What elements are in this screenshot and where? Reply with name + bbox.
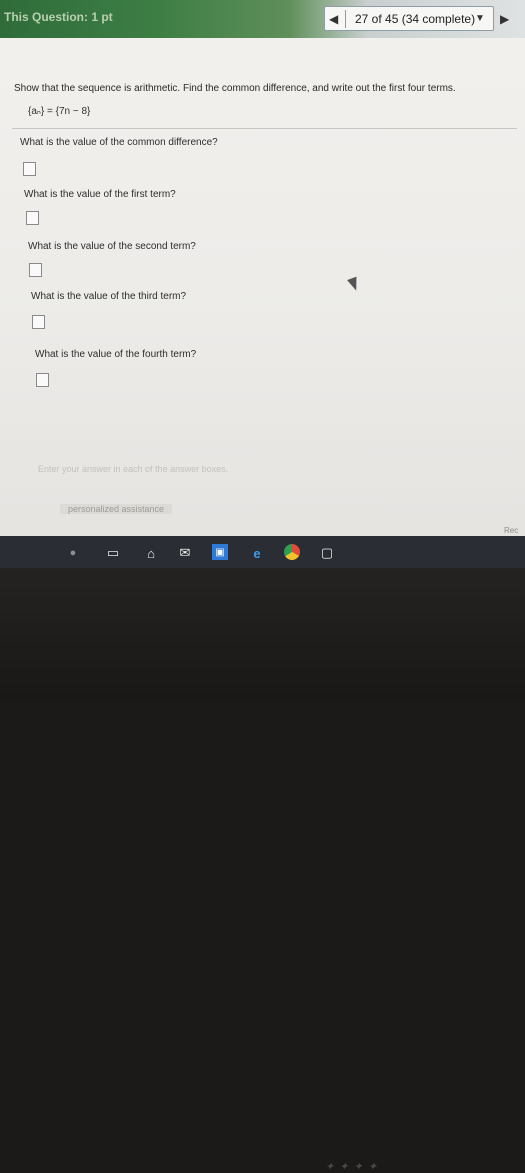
question-second-term: What is the value of the second term? [28,241,196,252]
personalized-assistance-link[interactable]: personalized assistance [60,504,173,514]
chrome-icon[interactable] [284,544,300,560]
divider [12,128,517,129]
next-question-icon[interactable]: ▶ [500,12,509,26]
taskbar: ● ▭ ⌂ ✉ ▣ e ▢ [0,536,525,568]
store-icon[interactable]: ▣ [212,544,228,560]
problem-statement: Show that the sequence is arithmetic. Fi… [14,83,456,94]
monitor-bezel: ✦ ✦ ✦ ✦ [0,568,525,1173]
chevron-down-icon[interactable]: ▼ [475,13,485,24]
fourth-term-input[interactable] [36,373,49,387]
question-label: This Question: 1 pt [4,10,113,24]
edge-icon[interactable]: e [248,544,266,562]
sequence-formula: {aₙ} = {7n − 8} [28,106,91,117]
question-position[interactable]: 27 of 45 (34 complete) [355,12,475,26]
mouse-cursor-icon [347,276,361,293]
corner-text: Rec [504,526,519,535]
first-term-input[interactable] [26,211,39,225]
question-first-term: What is the value of the first term? [24,189,176,200]
mail-icon[interactable]: ✉ [176,544,194,562]
third-term-input[interactable] [32,315,45,329]
question-third-term: What is the value of the third term? [31,291,187,302]
monitor-brand-logo: ✦ ✦ ✦ ✦ [325,1161,379,1173]
task-view-icon[interactable]: ▭ [104,544,122,562]
question-common-difference: What is the value of the common differen… [20,137,218,148]
previous-question-icon[interactable]: ◀ [329,12,338,26]
question-navigator: ◀ 27 of 45 (34 complete) ▼ [324,6,494,31]
answer-hint: Enter your answer in each of the answer … [38,464,229,474]
common-difference-input[interactable] [23,162,36,176]
question-fourth-term: What is the value of the fourth term? [35,349,197,360]
screen: This Question: 1 pt ◀ 27 of 45 (34 compl… [0,0,525,545]
app-icon[interactable]: ▢ [318,544,336,562]
home-icon[interactable]: ⌂ [142,544,160,562]
nav-divider [345,10,346,28]
mic-icon[interactable]: ● [64,544,82,562]
question-header-bar: This Question: 1 pt ◀ 27 of 45 (34 compl… [0,0,525,38]
second-term-input[interactable] [29,263,42,277]
